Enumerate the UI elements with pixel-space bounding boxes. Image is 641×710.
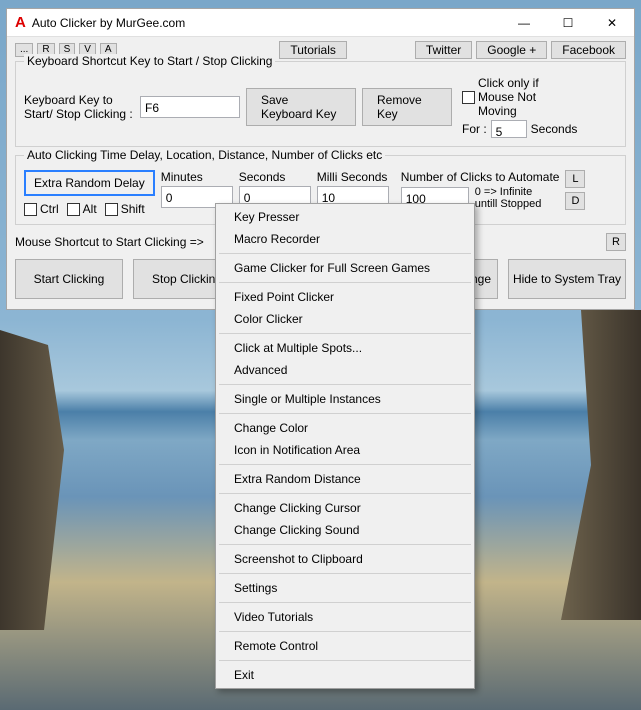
- delay-group-title: Auto Clicking Time Delay, Location, Dist…: [24, 148, 385, 162]
- ctrl-checkbox[interactable]: Ctrl: [24, 202, 59, 216]
- for-label: For :: [462, 122, 487, 136]
- menu-separator: [219, 544, 471, 545]
- menu-separator: [219, 493, 471, 494]
- menu-separator: [219, 602, 471, 603]
- menu-item-change-color[interactable]: Change Color: [218, 417, 472, 439]
- context-menu: Key PresserMacro Recorder Game Clicker fo…: [215, 203, 475, 689]
- menu-item-remote-control[interactable]: Remote Control: [218, 635, 472, 657]
- menu-item-single-or-multiple-instances[interactable]: Single or Multiple Instances: [218, 388, 472, 410]
- maximize-button[interactable]: ☐: [546, 9, 590, 37]
- menu-separator: [219, 660, 471, 661]
- titlebar[interactable]: A Auto Clicker by MurGee.com — ☐ ✕: [7, 9, 634, 37]
- menu-separator: [219, 253, 471, 254]
- menu-item-change-clicking-sound[interactable]: Change Clicking Sound: [218, 519, 472, 541]
- menu-item-advanced[interactable]: Advanced: [218, 359, 472, 381]
- click-only-if-checkbox[interactable]: Click only if Mouse Not Moving: [462, 76, 578, 118]
- alt-checkbox[interactable]: Alt: [67, 202, 97, 216]
- menu-item-screenshot-to-clipboard[interactable]: Screenshot to Clipboard: [218, 548, 472, 570]
- menu-item-settings[interactable]: Settings: [218, 577, 472, 599]
- save-keyboard-button[interactable]: Save Keyboard Key: [246, 88, 356, 126]
- for-input[interactable]: 5: [491, 120, 527, 138]
- shortcut-label: Keyboard Key to Start/ Stop Clicking :: [24, 93, 134, 121]
- bg-rock-left: [0, 330, 80, 630]
- menu-separator: [219, 464, 471, 465]
- menu-item-icon-in-notification-area[interactable]: Icon in Notification Area: [218, 439, 472, 461]
- ms-label: Milli Seconds: [317, 170, 389, 184]
- r-button[interactable]: R: [606, 233, 626, 251]
- minutes-label: Minutes: [161, 170, 233, 184]
- menu-item-color-clicker[interactable]: Color Clicker: [218, 308, 472, 330]
- shortcut-group-title: Keyboard Shortcut Key to Start / Stop Cl…: [24, 54, 275, 68]
- remove-key-button[interactable]: Remove Key: [362, 88, 452, 126]
- menu-item-change-clicking-cursor[interactable]: Change Clicking Cursor: [218, 497, 472, 519]
- menu-item-game-clicker-for-full-screen-games[interactable]: Game Clicker for Full Screen Games: [218, 257, 472, 279]
- window-title: Auto Clicker by MurGee.com: [32, 16, 185, 30]
- menu-item-click-at-multiple-spots[interactable]: Click at Multiple Spots...: [218, 337, 472, 359]
- menu-separator: [219, 573, 471, 574]
- clicks-label: Number of Clicks to Automate: [401, 170, 560, 184]
- menu-separator: [219, 631, 471, 632]
- bg-rock-right: [541, 310, 641, 620]
- menu-item-fixed-point-clicker[interactable]: Fixed Point Clicker: [218, 286, 472, 308]
- infinite-note: 0 => Infinite untill Stopped: [475, 186, 555, 210]
- extra-random-delay-button[interactable]: Extra Random Delay: [24, 170, 155, 196]
- menu-separator: [219, 413, 471, 414]
- start-clicking-button[interactable]: Start Clicking: [15, 259, 123, 299]
- close-button[interactable]: ✕: [590, 9, 634, 37]
- d-button[interactable]: D: [565, 192, 585, 210]
- twitter-button[interactable]: Twitter: [415, 41, 472, 59]
- menu-separator: [219, 384, 471, 385]
- tutorials-button[interactable]: Tutorials: [279, 41, 347, 59]
- menu-item-key-presser[interactable]: Key Presser: [218, 206, 472, 228]
- menu-separator: [219, 333, 471, 334]
- menu-item-extra-random-distance[interactable]: Extra Random Distance: [218, 468, 472, 490]
- shift-checkbox[interactable]: Shift: [105, 202, 145, 216]
- google-button[interactable]: Google +: [476, 41, 547, 59]
- hide-to-tray-button[interactable]: Hide to System Tray: [508, 259, 626, 299]
- shortcut-group: Keyboard Shortcut Key to Start / Stop Cl…: [15, 61, 626, 147]
- seconds-col-label: Seconds: [239, 170, 311, 184]
- facebook-button[interactable]: Facebook: [551, 41, 626, 59]
- app-icon: A: [15, 14, 26, 31]
- mouse-shortcut-label: Mouse Shortcut to Start Clicking =>: [15, 235, 204, 249]
- seconds-label: Seconds: [531, 122, 578, 136]
- menu-item-exit[interactable]: Exit: [218, 664, 472, 686]
- menu-item-macro-recorder[interactable]: Macro Recorder: [218, 228, 472, 250]
- shortcut-input[interactable]: F6: [140, 96, 240, 118]
- menu-item-video-tutorials[interactable]: Video Tutorials: [218, 606, 472, 628]
- l-button[interactable]: L: [565, 170, 585, 188]
- minimize-button[interactable]: —: [502, 9, 546, 37]
- menu-separator: [219, 282, 471, 283]
